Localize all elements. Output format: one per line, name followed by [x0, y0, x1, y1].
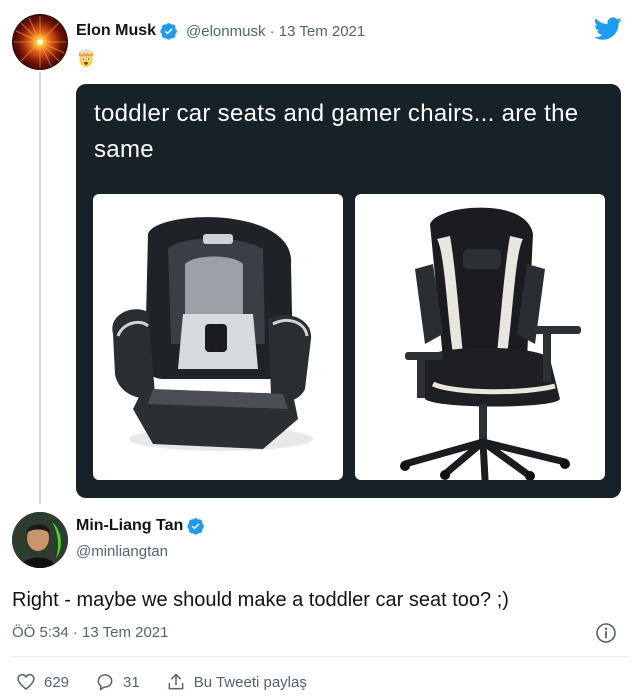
- toddler-car-seat-photo: [93, 194, 343, 480]
- reply-author-handle[interactable]: @minliangtan: [76, 543, 168, 560]
- action-divider: [12, 656, 628, 657]
- author-handle-and-date[interactable]: @elonmusk · 13 Tem 2021: [186, 23, 365, 40]
- like-count: 629: [44, 673, 70, 691]
- elon-musk-avatar[interactable]: [12, 14, 68, 70]
- like-button[interactable]: 629: [16, 672, 69, 692]
- twitter-bird-icon[interactable]: [594, 17, 622, 41]
- author-name[interactable]: Elon Musk: [76, 22, 156, 40]
- reply-tweet-text: Right - maybe we should make a toddler c…: [12, 589, 509, 611]
- media-caption: toddler car seats and gamer chairs... ar…: [94, 100, 579, 163]
- thread-connector-line: [39, 72, 41, 504]
- original-tweet-header: Elon Musk @elonmusk · 13 Tem 2021: [76, 19, 365, 43]
- gamer-chair-photo: [355, 194, 605, 480]
- reply-author-name[interactable]: Min-Liang Tan: [76, 517, 183, 535]
- tweet-timestamp[interactable]: ÖÖ 5:34 · 13 Tem 2021: [12, 624, 168, 641]
- verified-badge-icon: [187, 518, 205, 535]
- reply-bubble-icon: [97, 674, 113, 691]
- share-upload-icon: [168, 673, 184, 690]
- heart-icon: [17, 673, 35, 691]
- tweet-media-image[interactable]: toddler car seats and gamer chairs... ar…: [76, 84, 621, 498]
- reply-tweet-header: Min-Liang Tan: [76, 517, 205, 535]
- share-tweet-button[interactable]: Bu Tweeti paylaş: [166, 672, 307, 692]
- tweet-actions-bar: 629 31 Bu Tweeti paylaş: [16, 670, 333, 694]
- min-liang-tan-avatar[interactable]: [12, 512, 68, 568]
- exploding-head-emoji-icon: [78, 48, 94, 67]
- info-icon[interactable]: [595, 622, 617, 644]
- reply-button[interactable]: 31: [95, 672, 140, 692]
- share-label: Bu Tweeti paylaş: [193, 673, 307, 691]
- reply-count: 31: [123, 673, 140, 691]
- verified-badge-icon: [160, 23, 177, 40]
